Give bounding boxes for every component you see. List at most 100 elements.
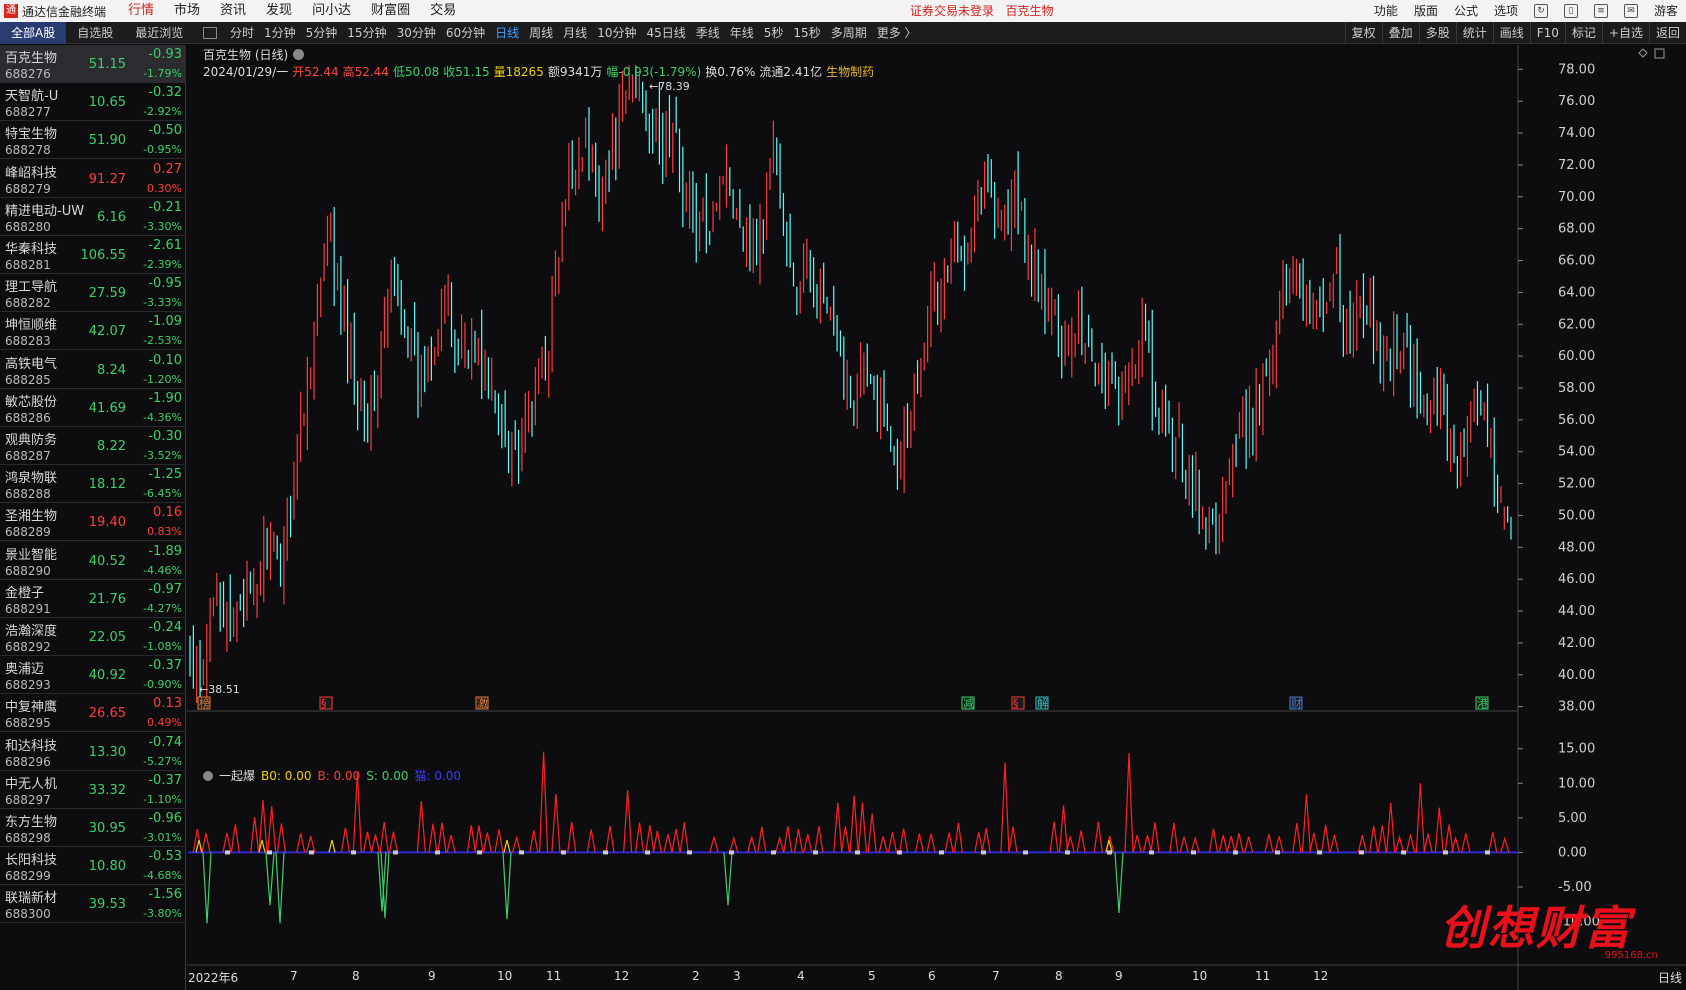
info-industry[interactable]: 生物制药 <box>826 65 874 79</box>
stock-change-pct: 0.49% <box>147 716 182 730</box>
tool-button-3[interactable]: 统计 <box>1455 22 1493 44</box>
menu-zixun[interactable]: 资讯 <box>210 0 256 22</box>
stock-row[interactable]: 金橙子 688291 21.76 -0.97 -4.27% <box>0 580 186 618</box>
stock-row[interactable]: 理工导航 688282 27.59 -0.95 -3.33% <box>0 274 186 313</box>
price-tick-label: 68.00 <box>1558 222 1595 237</box>
period-tab-12[interactable]: 年线 <box>725 22 759 44</box>
event-marker[interactable]: § <box>319 696 333 710</box>
chart-title-dropdown-icon[interactable] <box>293 49 305 60</box>
menu-jiaoyi[interactable]: 交易 <box>420 0 466 22</box>
period-tab-15[interactable]: 多周期 <box>826 22 872 44</box>
kline-chart-area[interactable]: 78.00 76.00 74.00 72.00 70.00 68.00 66.00 64.00… <box>187 45 1686 990</box>
tool-button-8[interactable]: 返回 <box>1648 22 1686 44</box>
menu-xuanxiang[interactable]: 选项 <box>1486 0 1526 22</box>
period-tab-1[interactable]: 1分钟 <box>259 22 301 44</box>
stock-row[interactable]: 东方生物 688298 30.95 -0.96 -3.01% <box>0 809 186 847</box>
chart-corner-icons[interactable] <box>1638 48 1666 60</box>
stock-row[interactable]: 中复神鹰 688295 26.65 0.13 0.49% <box>0 694 186 733</box>
tool-button-7[interactable]: +自选 <box>1601 22 1649 44</box>
indicator-dropdown-icon[interactable] <box>203 770 213 781</box>
period-tab-13[interactable]: 5秒 <box>759 22 789 44</box>
stock-row[interactable]: 特宝生物 688278 51.90 -0.50 -0.95% <box>0 121 186 160</box>
info-float: 流通2.41亿 <box>759 65 823 79</box>
kline-chart[interactable]: 78.0076.0074.0072.0070.0068.0066.0064.00… <box>187 45 1686 990</box>
stock-name: 中无人机 <box>5 776 58 792</box>
period-tab-2[interactable]: 5分钟 <box>301 22 343 44</box>
event-marker[interactable]: 榜 <box>197 696 211 710</box>
period-tab-0[interactable]: 分时 <box>225 22 259 44</box>
stock-change: -0.53 <box>148 849 182 865</box>
event-marker[interactable]: 财 <box>1289 696 1303 710</box>
tab-all-a-shares[interactable]: 全部A股 <box>0 22 67 44</box>
stock-row[interactable]: 奥浦迈 688293 40.92 -0.37 -0.90% <box>0 656 186 695</box>
period-tab-3[interactable]: 15分钟 <box>342 22 391 44</box>
period-tab-16[interactable]: 更多 〉 <box>872 22 922 44</box>
period-tab-4[interactable]: 30分钟 <box>392 22 441 44</box>
tool-button-4[interactable]: 画线 <box>1492 22 1530 44</box>
period-tab-9[interactable]: 10分钟 <box>592 22 641 44</box>
stock-row[interactable]: 浩瀚深度 688292 22.05 -0.24 -1.08% <box>0 618 186 656</box>
stock-code: 688285 <box>5 372 51 387</box>
stock-row[interactable]: 景业智能 688290 40.52 -1.89 -4.46% <box>0 542 186 580</box>
stock-row[interactable]: 敏芯股份 688286 41.69 -1.90 -4.36% <box>0 389 186 427</box>
svg-text:解: 解 <box>1037 696 1048 710</box>
tool-button-1[interactable]: 叠加 <box>1381 22 1419 44</box>
stock-change-pct: -0.90% <box>143 678 182 692</box>
period-tab-8[interactable]: 月线 <box>558 22 592 44</box>
stock-change: -0.96 <box>148 811 182 826</box>
tool-button-6[interactable]: 标记 <box>1564 22 1602 44</box>
stock-change: -0.50 <box>148 123 182 139</box>
tool-button-2[interactable]: 多股 <box>1418 22 1456 44</box>
stock-row[interactable]: 圣湘生物 688289 19.40 0.16 0.83% <box>0 503 186 542</box>
menu-wenxiaoda[interactable]: 问小达 <box>302 0 361 22</box>
tool-button-5[interactable]: F10 <box>1529 22 1565 44</box>
mail-icon[interactable]: ✉ <box>1623 4 1638 18</box>
stock-change-pct: -3.30% <box>143 219 182 233</box>
menu-faxian[interactable]: 发现 <box>256 0 302 22</box>
refresh-icon[interactable]: ↻ <box>1533 4 1548 18</box>
event-marker[interactable]: 激 <box>475 696 489 710</box>
stock-row[interactable]: 峰岹科技 688279 91.27 0.27 0.30% <box>0 160 186 198</box>
period-tab-14[interactable]: 15秒 <box>788 22 825 44</box>
panel-toggle-icon[interactable] <box>203 27 217 39</box>
stock-row[interactable]: 高铁电气 688285 8.24 -0.10 -1.20% <box>0 351 186 389</box>
indicator-name[interactable]: 一起爆 <box>219 767 255 784</box>
phone-icon[interactable]: ▯ <box>1563 4 1578 18</box>
stock-row[interactable]: 鸿泉物联 688288 18.12 -1.25 -6.45% <box>0 465 186 504</box>
menu-shichang[interactable]: 市场 <box>164 0 210 22</box>
menu-gongneng[interactable]: 功能 <box>1366 0 1406 22</box>
period-tab-5[interactable]: 60分钟 <box>441 22 490 44</box>
stock-row[interactable]: 精进电动-UW 688280 6.16 -0.21 -3.30% <box>0 198 186 236</box>
stock-row[interactable]: 和达科技 688296 13.30 -0.74 -5.27% <box>0 733 186 771</box>
menu-gongshi[interactable]: 公式 <box>1446 0 1486 22</box>
event-marker[interactable]: 解 <box>1035 696 1049 710</box>
chart-title[interactable]: 百克生物 (日线) <box>203 46 305 63</box>
event-marker[interactable]: 港 <box>1475 696 1489 710</box>
period-tab-11[interactable]: 季线 <box>691 22 725 44</box>
stock-row[interactable]: 坤恒顺维 688283 42.07 -1.09 -2.53% <box>0 312 186 351</box>
period-tab-7[interactable]: 周线 <box>524 22 558 44</box>
login-warning[interactable]: 证券交易未登录 百克生物 <box>910 0 1053 22</box>
stock-row[interactable]: 联瑞新材 688300 39.53 -1.56 -3.80% <box>0 885 186 924</box>
menu-caifuquan[interactable]: 财富圈 <box>361 0 420 22</box>
stock-change: -1.25 <box>148 467 182 483</box>
tab-watchlist[interactable]: 自选股 <box>66 22 124 44</box>
stock-row[interactable]: 百克生物 688276 51.15 -0.93 -1.79% <box>0 45 186 83</box>
menu-banmian[interactable]: 版面 <box>1406 0 1446 22</box>
tab-recent[interactable]: 最近浏览 <box>124 22 194 44</box>
stock-row[interactable]: 观典防务 688287 8.22 -0.30 -3.52% <box>0 427 186 465</box>
stock-row[interactable]: 天智航-U 688277 10.65 -0.32 -2.92% <box>0 83 186 122</box>
clipboard-icon[interactable]: ≡ <box>1593 4 1608 18</box>
stock-price: 10.65 <box>88 95 126 111</box>
stock-row[interactable]: 长阳科技 688299 10.80 -0.53 -4.68% <box>0 847 186 886</box>
stock-name: 观典防务 <box>5 433 58 448</box>
stock-row[interactable]: 华秦科技 688281 106.55 -2.61 -2.39% <box>0 236 186 274</box>
event-marker[interactable]: § <box>1011 696 1025 710</box>
user-label[interactable]: 游客 <box>1646 0 1686 22</box>
period-tab-6[interactable]: 日线 <box>490 22 524 44</box>
period-tab-10[interactable]: 45日线 <box>641 22 690 44</box>
menu-hangqing[interactable]: 行情 <box>118 0 164 22</box>
tool-button-0[interactable]: 复权 <box>1344 22 1382 44</box>
stock-row[interactable]: 中无人机 688297 33.32 -0.37 -1.10% <box>0 771 186 809</box>
event-marker[interactable]: 减 <box>961 696 975 710</box>
